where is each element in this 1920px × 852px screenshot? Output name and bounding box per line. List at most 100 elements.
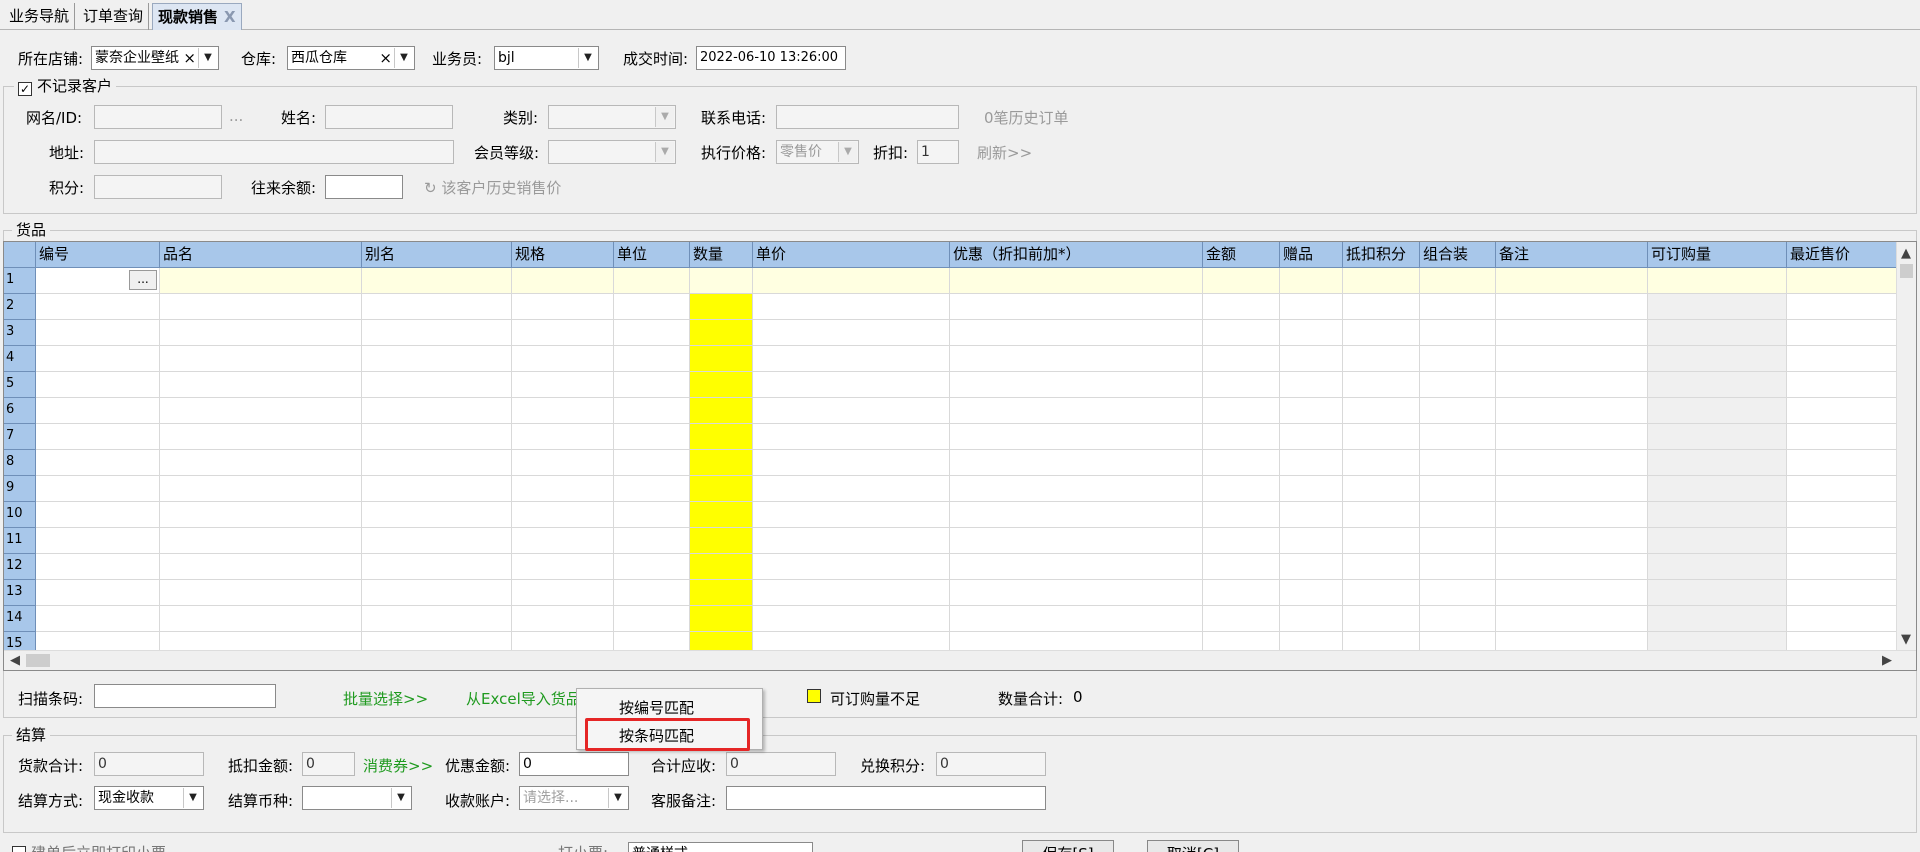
row-header[interactable]: 13 bbox=[4, 580, 36, 606]
scan-barcode-input[interactable] bbox=[94, 684, 276, 708]
grid-cell[interactable] bbox=[362, 554, 512, 580]
horizontal-scrollbar[interactable]: ◀ ▶ bbox=[4, 650, 1916, 670]
grid-cell[interactable] bbox=[1648, 268, 1787, 294]
grid-cell[interactable] bbox=[1420, 424, 1496, 450]
grid-cell[interactable] bbox=[690, 424, 753, 450]
grid-cell[interactable] bbox=[1203, 320, 1280, 346]
grid-cell[interactable] bbox=[1203, 580, 1280, 606]
grid-cell[interactable] bbox=[753, 580, 950, 606]
chevron-down-icon[interactable]: ▼ bbox=[198, 48, 217, 68]
grid-cell[interactable] bbox=[512, 372, 614, 398]
grid-cell[interactable] bbox=[1787, 476, 1905, 502]
grid-cell[interactable] bbox=[512, 528, 614, 554]
grid-cell[interactable] bbox=[614, 502, 690, 528]
column-header[interactable]: 规格 bbox=[512, 242, 614, 268]
grid-cell[interactable] bbox=[1420, 346, 1496, 372]
grid-cell[interactable] bbox=[1280, 268, 1343, 294]
print-style-select[interactable]: 普通样式 bbox=[628, 842, 813, 852]
checkbox-icon[interactable]: ✓ bbox=[18, 82, 32, 96]
grid-cell[interactable] bbox=[1203, 502, 1280, 528]
grid-cell[interactable] bbox=[1648, 372, 1787, 398]
grid-cell[interactable] bbox=[160, 320, 362, 346]
grid-cell[interactable] bbox=[614, 424, 690, 450]
grid-cell[interactable] bbox=[753, 346, 950, 372]
grid-cell[interactable] bbox=[950, 294, 1203, 320]
grid-cell[interactable] bbox=[1343, 606, 1420, 632]
grid-cell[interactable] bbox=[160, 528, 362, 554]
grid-cell[interactable] bbox=[362, 346, 512, 372]
grid-cell[interactable] bbox=[614, 268, 690, 294]
grid-cell[interactable] bbox=[1787, 398, 1905, 424]
grid-cell[interactable] bbox=[950, 580, 1203, 606]
grid-cell[interactable] bbox=[690, 398, 753, 424]
grid-cell[interactable] bbox=[160, 476, 362, 502]
print-after-checkbox[interactable]: 建单后立即打印小票 bbox=[12, 842, 166, 852]
grid-cell[interactable] bbox=[36, 294, 160, 320]
row-header[interactable]: 6 bbox=[4, 398, 36, 424]
grid-cell[interactable] bbox=[1203, 450, 1280, 476]
grid-cell[interactable] bbox=[1648, 476, 1787, 502]
grid-cell[interactable] bbox=[362, 320, 512, 346]
grid-cell[interactable] bbox=[362, 528, 512, 554]
grid-cell[interactable] bbox=[614, 372, 690, 398]
chevron-down-icon[interactable]: ▼ bbox=[391, 788, 410, 808]
grid-cell[interactable] bbox=[753, 398, 950, 424]
goods-total-input[interactable]: 0 bbox=[94, 752, 204, 776]
grid-cell[interactable] bbox=[614, 606, 690, 632]
checkbox-icon[interactable] bbox=[12, 846, 26, 852]
deal-time-input[interactable]: 2022-06-10 13:26:00 bbox=[696, 46, 846, 70]
grid-cell[interactable] bbox=[362, 450, 512, 476]
no-record-customer-checkbox[interactable]: ✓ 不记录客户 bbox=[14, 77, 117, 96]
grid-cell[interactable] bbox=[1343, 450, 1420, 476]
grid-cell[interactable] bbox=[512, 450, 614, 476]
grid-cell[interactable] bbox=[690, 450, 753, 476]
grid-cell[interactable] bbox=[1420, 294, 1496, 320]
grid-cell[interactable] bbox=[1648, 320, 1787, 346]
grid-cell[interactable] bbox=[362, 424, 512, 450]
grid-cell[interactable] bbox=[1496, 372, 1648, 398]
import-excel-link[interactable]: 从Excel导入货品 bbox=[466, 688, 581, 709]
save-button[interactable]: 保存[S] bbox=[1022, 840, 1114, 852]
grid-cell[interactable] bbox=[1420, 580, 1496, 606]
grid-cell[interactable] bbox=[614, 580, 690, 606]
grid-cell[interactable] bbox=[1648, 528, 1787, 554]
grid-cell[interactable] bbox=[512, 502, 614, 528]
close-icon[interactable]: X bbox=[224, 8, 236, 26]
name-input[interactable] bbox=[325, 105, 453, 129]
grid-cell[interactable] bbox=[1496, 502, 1648, 528]
grid-cell[interactable] bbox=[1496, 606, 1648, 632]
discount-input[interactable]: 1 bbox=[917, 140, 959, 164]
grid-cell[interactable] bbox=[753, 320, 950, 346]
grid-cell[interactable] bbox=[1787, 606, 1905, 632]
member-level-select[interactable]: ▼ bbox=[548, 140, 676, 164]
grid-cell[interactable] bbox=[1496, 320, 1648, 346]
grid-cell[interactable] bbox=[160, 450, 362, 476]
grid-cell[interactable] bbox=[614, 450, 690, 476]
row-header[interactable]: 1 bbox=[4, 268, 36, 294]
column-header[interactable]: 金额 bbox=[1203, 242, 1280, 268]
grid-cell[interactable] bbox=[614, 476, 690, 502]
column-header[interactable]: 备注 bbox=[1496, 242, 1648, 268]
column-header[interactable]: 组合装 bbox=[1420, 242, 1496, 268]
grid-cell[interactable] bbox=[1496, 268, 1648, 294]
vertical-scrollbar[interactable]: ▲ ▼ bbox=[1896, 242, 1916, 652]
row-header[interactable]: 11 bbox=[4, 528, 36, 554]
scroll-down-icon[interactable]: ▼ bbox=[1901, 632, 1911, 647]
row-header[interactable]: 9 bbox=[4, 476, 36, 502]
column-header[interactable]: 单位 bbox=[614, 242, 690, 268]
grid-cell[interactable] bbox=[1343, 294, 1420, 320]
grid-cell[interactable] bbox=[1648, 346, 1787, 372]
grid-cell[interactable] bbox=[753, 424, 950, 450]
scroll-thumb[interactable] bbox=[26, 654, 50, 667]
grid-cell[interactable] bbox=[160, 398, 362, 424]
price-select[interactable]: 零售价 ▼ bbox=[776, 140, 859, 164]
grid-cell[interactable] bbox=[1787, 502, 1905, 528]
row-header[interactable]: 5 bbox=[4, 372, 36, 398]
category-select[interactable]: ▼ bbox=[548, 105, 676, 129]
grid-cell[interactable] bbox=[753, 450, 950, 476]
row-header[interactable]: 12 bbox=[4, 554, 36, 580]
grid-cell[interactable] bbox=[1343, 580, 1420, 606]
grid-cell[interactable] bbox=[1343, 346, 1420, 372]
grid-cell[interactable] bbox=[1203, 528, 1280, 554]
grid-cell[interactable] bbox=[36, 398, 160, 424]
